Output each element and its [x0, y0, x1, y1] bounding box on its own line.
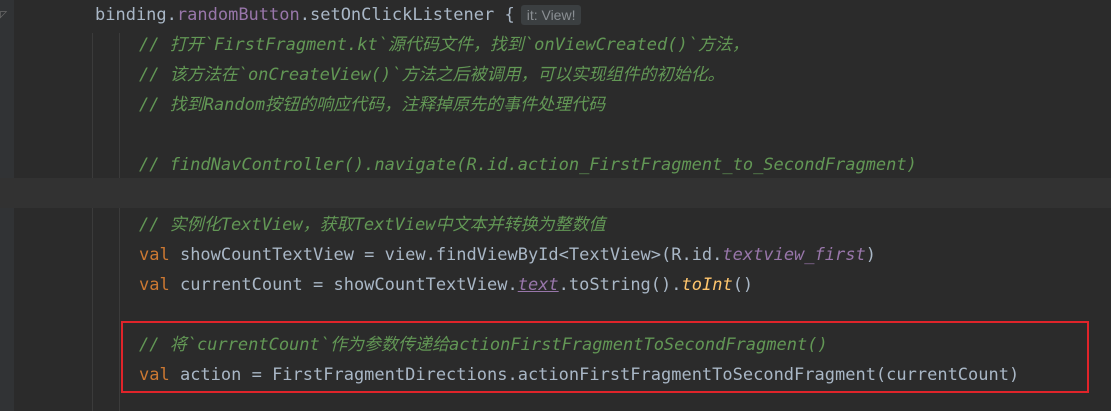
current-line-highlight: [0, 178, 1111, 208]
code-token: text: [517, 275, 559, 295]
fold-marker-icon[interactable]: ◸: [0, 6, 10, 22]
code-line-3[interactable]: // 该方法在`onCreateView()`方法之后被调用，可以实现组件的初始…: [139, 60, 724, 90]
code-token: .toString().: [558, 275, 682, 295]
keyword-token: val: [139, 275, 170, 295]
code-line-1[interactable]: binding.randomButton.setOnClickListener …: [95, 0, 582, 30]
code-line-7[interactable]: val showCountTextView = view.findViewByI…: [139, 240, 876, 270]
code-token: randomButton: [176, 5, 300, 25]
code-token: currentCount = showCountTextView.: [169, 275, 518, 295]
code-line-4[interactable]: // 找到Random按钮的响应代码，注释掉原先的事件处理代码: [139, 90, 605, 120]
code-line-8[interactable]: val currentCount = showCountTextView.tex…: [139, 270, 753, 300]
keyword-token: val: [139, 245, 170, 265]
inlay-type-hint: it: View!: [520, 5, 582, 25]
code-token: setOnClickListener: [309, 5, 495, 25]
code-token: {: [494, 5, 515, 25]
code-token: .: [166, 5, 177, 25]
code-token: textview_first: [722, 245, 866, 265]
code-token: showCountTextView = view.findViewById<Te…: [169, 245, 723, 265]
code-token: (): [732, 275, 754, 295]
indent-guide: [119, 33, 120, 411]
code-token: .: [299, 5, 310, 25]
code-line-6[interactable]: // 实例化TextView，获取TextView中文本并转换为整数值: [139, 210, 605, 240]
code-token: toInt: [681, 275, 733, 295]
code-line-2[interactable]: // 打开`FirstFragment.kt`源代码文件，找到`onViewCr…: [139, 30, 749, 60]
code-token: ): [865, 245, 876, 265]
red-highlight-box: [121, 321, 1089, 393]
code-line-5[interactable]: // findNavController().navigate(R.id.act…: [139, 150, 917, 180]
indent-guide: [92, 33, 93, 411]
code-token: binding: [95, 5, 167, 25]
